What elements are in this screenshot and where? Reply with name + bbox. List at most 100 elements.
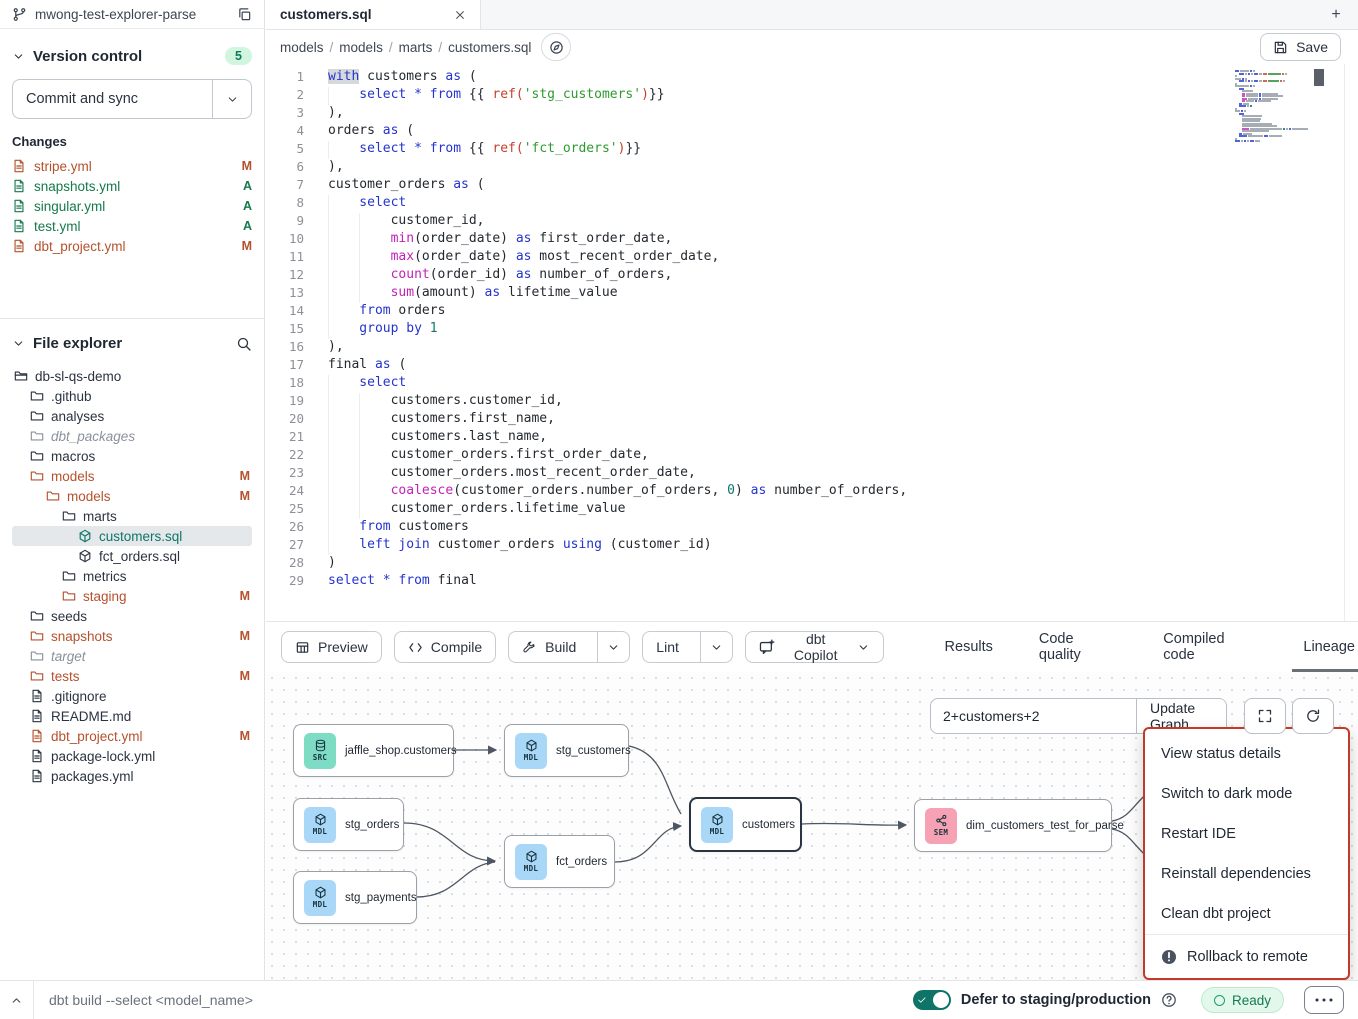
- code-line[interactable]: 17final as (: [266, 357, 1358, 375]
- menu-item-rollback-to-remote[interactable]: Rollback to remote: [1145, 934, 1348, 978]
- preview-button[interactable]: Preview: [281, 631, 382, 663]
- lineage-node-stg-payments[interactable]: MDLstg_payments: [293, 871, 417, 924]
- lineage-canvas[interactable]: SRCjaffle_shop.customers MDLstg_customers…: [266, 672, 1358, 980]
- commit-and-sync-button[interactable]: Commit and sync: [12, 79, 252, 119]
- tree-item-metrics[interactable]: metrics: [12, 566, 252, 586]
- code-line[interactable]: 7customer_orders as (: [266, 177, 1358, 195]
- code-line[interactable]: 11max(order_date) as most_recent_order_d…: [266, 249, 1358, 267]
- breadcrumb-segment[interactable]: models: [339, 40, 383, 55]
- lineage-node-stg-customers[interactable]: MDLstg_customers: [504, 724, 629, 777]
- code-line[interactable]: 8select: [266, 195, 1358, 213]
- locate-in-explorer-button[interactable]: [541, 33, 571, 61]
- menu-item-view-status-details[interactable]: View status details: [1145, 734, 1348, 774]
- breadcrumb-segment[interactable]: models: [280, 40, 324, 55]
- code-line[interactable]: 26from customers: [266, 519, 1358, 537]
- code-editor[interactable]: 1with customers as (2select * from {{ re…: [266, 64, 1358, 621]
- code-line[interactable]: 4orders as (: [266, 123, 1358, 141]
- change-row[interactable]: test.ymlA: [12, 216, 252, 236]
- code-line[interactable]: 15group by 1: [266, 321, 1358, 339]
- lineage-search-input[interactable]: [931, 699, 1136, 733]
- code-line[interactable]: 6),: [266, 159, 1358, 177]
- code-line[interactable]: 3),: [266, 105, 1358, 123]
- tab-customers-sql[interactable]: customers.sql: [266, 0, 481, 29]
- code-line[interactable]: 23customer_orders.most_recent_order_date…: [266, 465, 1358, 483]
- code-line[interactable]: 27left join customer_orders using (custo…: [266, 537, 1358, 555]
- status-badge[interactable]: Ready: [1201, 987, 1284, 1013]
- code-line[interactable]: 19customers.customer_id,: [266, 393, 1358, 411]
- lint-button[interactable]: Lint: [643, 632, 692, 662]
- tree-item-macros[interactable]: macros: [12, 446, 252, 466]
- build-button[interactable]: Build: [509, 632, 589, 662]
- code-line[interactable]: 18select: [266, 375, 1358, 393]
- tree-item-models[interactable]: modelsM: [12, 466, 252, 486]
- code-line[interactable]: 24coalesce(customer_orders.number_of_ord…: [266, 483, 1358, 501]
- lineage-node-jaffle-shop-customers[interactable]: SRCjaffle_shop.customers: [293, 724, 454, 777]
- menu-item-restart-ide[interactable]: Restart IDE: [1145, 814, 1348, 854]
- expand-command-bar-button[interactable]: [0, 981, 34, 1019]
- tree-item-snapshots[interactable]: snapshotsM: [12, 626, 252, 646]
- code-line[interactable]: 21customers.last_name,: [266, 429, 1358, 447]
- tree-item-package-lock-yml[interactable]: package-lock.yml: [12, 746, 252, 766]
- tab-compiled-code[interactable]: Compiled code: [1160, 622, 1260, 672]
- defer-toggle[interactable]: [913, 990, 951, 1010]
- tree-item-dbt-packages[interactable]: dbt_packages: [12, 426, 252, 446]
- tab-code-quality[interactable]: Code quality: [1036, 622, 1120, 672]
- code-line[interactable]: 14from orders: [266, 303, 1358, 321]
- commit-options-dropdown[interactable]: [212, 80, 251, 118]
- change-row[interactable]: singular.ymlA: [12, 196, 252, 216]
- chevron-down-icon[interactable]: [12, 337, 25, 350]
- dbt-copilot-button[interactable]: dbt Copilot: [745, 631, 884, 663]
- code-line[interactable]: 22customer_orders.first_order_date,: [266, 447, 1358, 465]
- editor-minimap[interactable]: [1235, 70, 1313, 143]
- copy-icon[interactable]: [237, 7, 252, 22]
- editor-scrollbar-track[interactable]: [1344, 64, 1358, 621]
- menu-item-clean-dbt-project[interactable]: Clean dbt project: [1145, 894, 1348, 934]
- code-line[interactable]: 5select * from {{ ref('fct_orders')}}: [266, 141, 1358, 159]
- lineage-node-stg-orders[interactable]: MDLstg_orders: [293, 798, 404, 851]
- fullscreen-button[interactable]: [1244, 698, 1286, 734]
- command-input[interactable]: dbt build --select <model_name>: [49, 992, 253, 1008]
- more-options-button[interactable]: [1304, 986, 1344, 1014]
- build-options-dropdown[interactable]: [597, 632, 629, 662]
- tab-lineage[interactable]: Lineage: [1300, 622, 1358, 672]
- compile-button[interactable]: Compile: [394, 631, 496, 663]
- lineage-node-fct-orders[interactable]: MDLfct_orders: [504, 835, 615, 888]
- tree-item-seeds[interactable]: seeds: [12, 606, 252, 626]
- breadcrumb-segment[interactable]: customers.sql: [448, 40, 531, 55]
- code-line[interactable]: 10min(order_date) as first_order_date,: [266, 231, 1358, 249]
- tree-item-marts[interactable]: marts: [12, 506, 252, 526]
- code-line[interactable]: 29select * from final: [266, 573, 1358, 591]
- code-line[interactable]: 13sum(amount) as lifetime_value: [266, 285, 1358, 303]
- tree-item--gitignore[interactable]: .gitignore: [12, 686, 252, 706]
- tree-item-target[interactable]: target: [12, 646, 252, 666]
- close-tab-icon[interactable]: [454, 9, 466, 21]
- menu-item-reinstall-dependencies[interactable]: Reinstall dependencies: [1145, 854, 1348, 894]
- new-tab-button[interactable]: +: [1314, 0, 1358, 29]
- file-search-icon[interactable]: [236, 336, 252, 352]
- lineage-node-dim-customers-test-for-parse[interactable]: SEMdim_customers_test_for_parse: [914, 799, 1112, 852]
- breadcrumb-segment[interactable]: marts: [399, 40, 433, 55]
- code-line[interactable]: 12count(order_id) as number_of_orders,: [266, 267, 1358, 285]
- tree-item-fct-orders-sql[interactable]: fct_orders.sql: [12, 546, 252, 566]
- help-icon[interactable]: [1161, 992, 1177, 1008]
- save-button[interactable]: Save: [1260, 33, 1341, 61]
- tree-item-readme-md[interactable]: README.md: [12, 706, 252, 726]
- chevron-down-icon[interactable]: [12, 50, 25, 63]
- change-row[interactable]: stripe.ymlM: [12, 156, 252, 176]
- refresh-button[interactable]: [1292, 698, 1334, 734]
- tree-item-tests[interactable]: testsM: [12, 666, 252, 686]
- lint-options-dropdown[interactable]: [700, 632, 732, 662]
- tree-item-customers-sql[interactable]: customers.sql: [12, 526, 252, 546]
- code-line[interactable]: 2select * from {{ ref('stg_customers')}}: [266, 87, 1358, 105]
- tree-item-db-sl-qs-demo[interactable]: db-sl-qs-demo: [12, 366, 252, 386]
- code-line[interactable]: 25customer_orders.lifetime_value: [266, 501, 1358, 519]
- tree-item-models[interactable]: modelsM: [12, 486, 252, 506]
- change-row[interactable]: snapshots.ymlA: [12, 176, 252, 196]
- tree-item--github[interactable]: .github: [12, 386, 252, 406]
- code-line[interactable]: 20customers.first_name,: [266, 411, 1358, 429]
- tab-results[interactable]: Results: [942, 622, 996, 672]
- change-row[interactable]: dbt_project.ymlM: [12, 236, 252, 256]
- lineage-node-customers[interactable]: MDLcustomers: [689, 797, 802, 852]
- tree-item-packages-yml[interactable]: packages.yml: [12, 766, 252, 786]
- tree-item-dbt-project-yml[interactable]: dbt_project.ymlM: [12, 726, 252, 746]
